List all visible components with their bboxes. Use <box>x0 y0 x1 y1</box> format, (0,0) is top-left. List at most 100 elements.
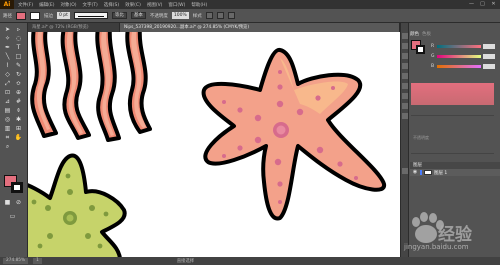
transform-icon[interactable] <box>227 12 235 19</box>
menu-view[interactable]: 视图(V) <box>147 2 163 8</box>
menu-object[interactable]: 对象(O) <box>60 2 76 8</box>
paintbrush-icon[interactable]: ⌇ <box>3 62 12 70</box>
blue-slider-row: B <box>431 63 495 69</box>
type-icon[interactable]: T <box>14 44 23 52</box>
panel-divider <box>411 153 494 154</box>
rotate-icon[interactable]: ↻ <box>14 71 23 79</box>
blue-value-field[interactable] <box>483 63 495 69</box>
layers-panel-icon[interactable] <box>402 168 408 174</box>
color-panel-icon[interactable] <box>402 33 408 39</box>
layer-row[interactable]: ◉ 图层 1 <box>410 169 500 176</box>
red-slider[interactable] <box>437 44 481 48</box>
menu-effect[interactable]: 效果(C) <box>125 2 141 8</box>
artboard-icon[interactable]: ⊞ <box>14 125 23 133</box>
menu-file[interactable]: 文件(F) <box>18 2 33 8</box>
line-icon[interactable]: ╲ <box>3 53 12 61</box>
graph-icon[interactable]: ▥ <box>3 125 12 133</box>
color-mode-icon[interactable]: ■ <box>3 199 12 207</box>
color-panel-tabs: 颜色 色板 <box>410 31 500 38</box>
lasso-icon[interactable]: ◌ <box>14 35 23 43</box>
slice-icon[interactable]: ⌗ <box>3 134 12 142</box>
artboard-canvas[interactable] <box>28 32 400 257</box>
layer-thumbnail <box>424 170 432 175</box>
pencil-icon[interactable]: ✎ <box>14 62 23 70</box>
rectangle-icon[interactable]: □ <box>14 53 23 61</box>
tab-swatches[interactable]: 色板 <box>422 31 431 38</box>
brush-profile-dropdown[interactable]: 基本 <box>130 12 146 19</box>
green-value-field[interactable] <box>483 53 495 59</box>
maximize-button[interactable]: □ <box>479 1 486 8</box>
stroke-profile-preview[interactable] <box>73 12 108 19</box>
mode-label: 路径 <box>3 13 12 19</box>
swatches-panel-icon[interactable] <box>402 43 408 49</box>
stroke-swatch[interactable] <box>30 11 40 20</box>
stroke-panel-icon[interactable] <box>402 73 408 79</box>
green-slider-row: G <box>431 53 495 59</box>
selection-icon[interactable]: ➤ <box>3 26 12 34</box>
eyedropper-icon[interactable]: ⌽ <box>14 107 23 115</box>
watermark-brand: 经验 <box>438 225 472 245</box>
none-mode-icon[interactable]: ⊘ <box>14 199 23 207</box>
magic-wand-icon[interactable]: ✧ <box>3 35 12 43</box>
mesh-icon[interactable]: # <box>14 98 23 106</box>
menu-window[interactable]: 窗口(W) <box>168 2 185 8</box>
tab-document-1[interactable]: 海星.ai* @ 72% (RGB/预览) <box>28 23 120 32</box>
minimize-button[interactable]: — <box>468 1 475 8</box>
perspective-icon[interactable]: ⊿ <box>3 98 12 106</box>
layers-panel-title[interactable]: 图层 <box>410 162 500 169</box>
symbol-sprayer-icon[interactable]: ✱ <box>14 116 23 124</box>
color-spectrum[interactable] <box>411 83 494 105</box>
stroke-weight-field[interactable]: 0 pt <box>57 12 70 19</box>
menu-list: 文件(F) 编辑(E) 对象(O) 文字(T) 选择(S) 效果(C) 视图(V… <box>18 2 207 8</box>
tab-color[interactable]: 颜色 <box>410 31 419 38</box>
brushes-panel-icon[interactable] <box>402 53 408 59</box>
menu-select[interactable]: 选择(S) <box>104 2 119 8</box>
document-tabs: 海星.ai* @ 72% (RGB/预览) Nips_537398_201909… <box>28 23 400 32</box>
red-label: R <box>431 43 435 49</box>
transparency-panel-icon[interactable] <box>402 93 408 99</box>
scale-icon[interactable]: ⤢ <box>3 80 12 88</box>
width-icon[interactable]: ≎ <box>14 80 23 88</box>
zoom-level[interactable]: 274.85% <box>3 258 29 264</box>
pen-icon[interactable]: ✒ <box>3 44 12 52</box>
window-controls: — □ ✕ <box>468 1 497 8</box>
symbols-panel-icon[interactable] <box>402 63 408 69</box>
shape-builder-icon[interactable]: ⊕ <box>14 89 23 97</box>
layer-name[interactable]: 图层 1 <box>434 170 447 176</box>
eraser-icon[interactable]: ◇ <box>3 71 12 79</box>
artwork <box>28 32 386 257</box>
menu-edit[interactable]: 编辑(E) <box>39 2 54 8</box>
gradient-icon[interactable]: ▤ <box>3 107 12 115</box>
panel-stroke-swatch[interactable] <box>416 45 425 54</box>
style-icon[interactable] <box>205 12 213 19</box>
green-slider[interactable] <box>437 54 481 58</box>
red-value-field[interactable] <box>483 43 495 49</box>
menu-help[interactable]: 帮助(H) <box>191 2 207 8</box>
gradient-panel-icon[interactable] <box>402 83 408 89</box>
uniform-dropdown[interactable]: 等比 <box>111 12 127 19</box>
blend-icon[interactable]: ◎ <box>3 116 12 124</box>
stroke-color-swatch[interactable] <box>11 182 23 193</box>
red-slider-row: R <box>431 43 495 49</box>
control-bar: 路径 描边 0 pt 等比 基本 不透明度 100% 样式 <box>0 9 500 23</box>
blue-label: B <box>431 63 435 69</box>
opacity-field[interactable]: 100% <box>171 12 189 19</box>
zoom-icon[interactable]: ⌕ <box>3 143 12 151</box>
menu-type[interactable]: 文字(T) <box>83 2 98 8</box>
tab-document-2[interactable]: Nips_537398_20190920...副本.ai* @ 274.85% … <box>120 23 400 32</box>
fill-swatch[interactable] <box>16 11 26 20</box>
free-transform-icon[interactable]: ⊡ <box>3 89 12 97</box>
direct-selection-icon[interactable]: ▹ <box>14 26 23 34</box>
graphic-styles-panel-icon[interactable] <box>402 113 408 119</box>
page-number[interactable]: 1 <box>33 258 42 264</box>
blue-slider[interactable] <box>437 64 481 68</box>
close-button[interactable]: ✕ <box>490 1 497 8</box>
layer-color-indicator <box>420 170 422 175</box>
appearance-panel-icon[interactable] <box>402 103 408 109</box>
status-bar: 274.85% 1 直接选择 <box>0 257 500 265</box>
opacity-label: 不透明度 <box>149 13 168 19</box>
hand-icon[interactable]: ✋ <box>14 134 23 142</box>
eye-icon[interactable]: ◉ <box>412 170 418 175</box>
align-icon[interactable] <box>216 12 224 19</box>
screen-mode-icon[interactable]: ▭ <box>8 213 17 221</box>
